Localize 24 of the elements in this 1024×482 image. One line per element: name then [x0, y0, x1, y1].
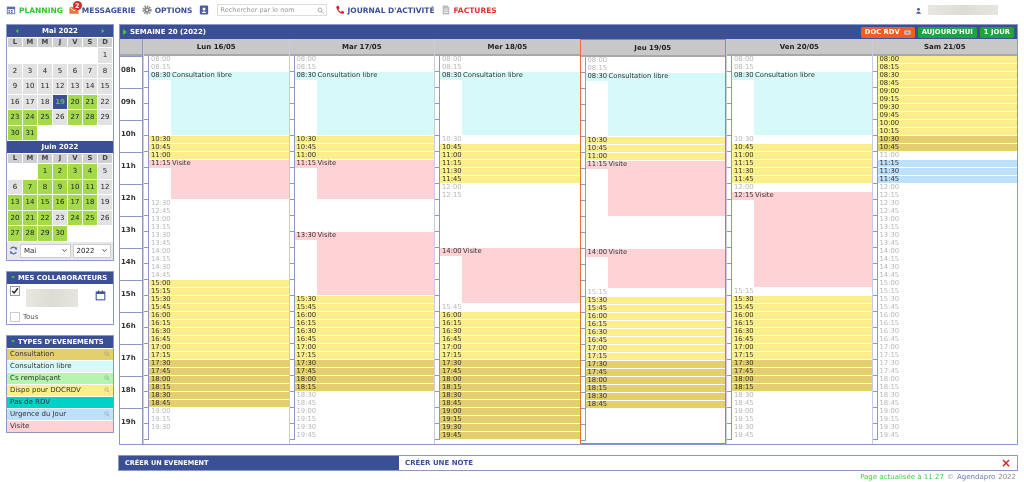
checkbox[interactable] — [10, 285, 20, 296]
blurred-name — [928, 5, 998, 15]
refresh-icon[interactable] — [9, 246, 18, 255]
expand-arrow-icon[interactable] — [123, 29, 127, 35]
caret-icon — [61, 249, 67, 252]
envelope-icon — [68, 5, 79, 15]
header-corner — [120, 39, 142, 56]
search-icon — [316, 6, 324, 14]
user-icon[interactable] — [915, 6, 922, 14]
calendar-icon — [6, 5, 16, 15]
calendar-icon[interactable] — [95, 289, 106, 301]
caret-icon — [102, 249, 107, 252]
collapse-arrow-icon[interactable] — [11, 276, 15, 279]
phone-icon — [334, 5, 345, 15]
next-arrow-icon[interactable] — [101, 28, 105, 34]
document-icon — [440, 5, 451, 15]
contact-card-icon — [198, 5, 209, 15]
close-button[interactable]: × — [994, 457, 1017, 469]
collapse-arrow-icon[interactable] — [11, 340, 15, 343]
blurred-name — [26, 288, 78, 307]
settings-icon — [141, 5, 152, 15]
checkbox[interactable] — [10, 311, 20, 322]
previous-arrow-icon[interactable] — [15, 28, 19, 34]
screen-icon — [903, 29, 911, 35]
